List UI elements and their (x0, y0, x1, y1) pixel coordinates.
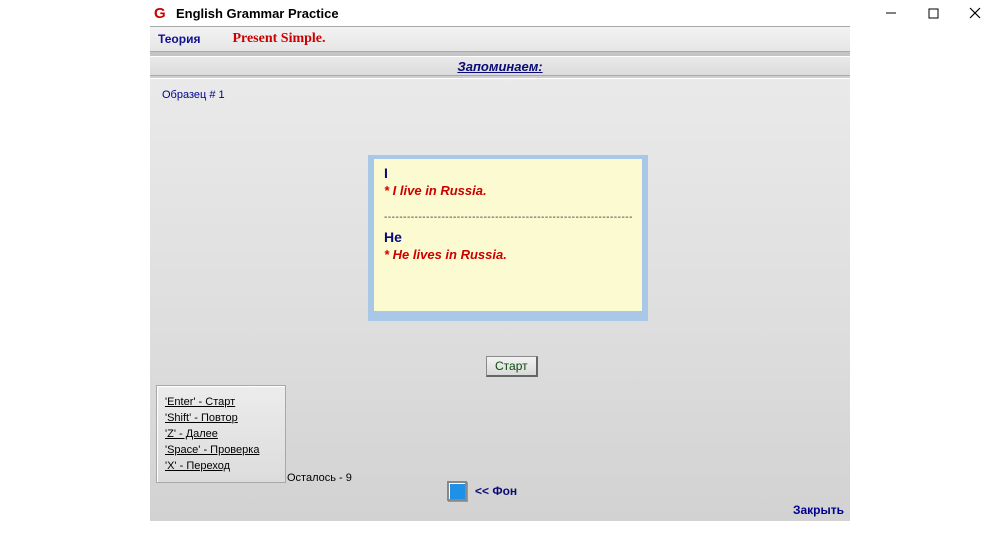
example-card: I * I live in Russia. ------------------… (368, 155, 648, 321)
titlebar: G English Grammar Practice (0, 0, 1000, 26)
remaining-label: Осталось - 9 (287, 472, 352, 484)
maximize-button[interactable] (912, 1, 954, 25)
card-pronoun-1: I (384, 165, 632, 181)
sample-label: Образец # 1 (162, 89, 850, 101)
bg-label: << Фон (475, 484, 517, 498)
theory-link[interactable]: Теория (158, 32, 200, 46)
start-button[interactable]: Старт (486, 356, 538, 377)
hotkey-hints: 'Enter' - Старт 'Shift' - Повтор 'Z' - Д… (156, 385, 286, 483)
window-title: English Grammar Practice (176, 6, 339, 21)
app-body: Теория Present Simple. Запоминаем: Образ… (150, 26, 850, 521)
hint-item: 'Shift' - Повтор (165, 412, 277, 424)
card-pronoun-2: He (384, 229, 632, 245)
card-sentence-1: * I live in Russia. (384, 183, 632, 198)
section-title: Запоминаем: (150, 57, 850, 75)
hint-item: 'Space' - Проверка (165, 444, 277, 456)
close-window-button[interactable] (954, 1, 996, 25)
header-bar: Теория Present Simple. (150, 27, 850, 51)
app-icon: G (154, 5, 170, 21)
lesson-title: Present Simple. (232, 31, 325, 47)
card-sentence-2: * He lives in Russia. (384, 247, 632, 262)
hint-item: 'Enter' - Старт (165, 396, 277, 408)
hint-item: 'X' - Переход (165, 460, 277, 472)
close-button[interactable]: Закрыть (793, 503, 844, 517)
bg-color-swatch[interactable] (447, 481, 467, 501)
card-separator: ----------------------------------------… (384, 212, 632, 223)
hint-item: 'Z' - Далее (165, 428, 277, 440)
minimize-button[interactable] (870, 1, 912, 25)
bg-control: << Фон (447, 481, 517, 501)
divider (150, 75, 850, 79)
